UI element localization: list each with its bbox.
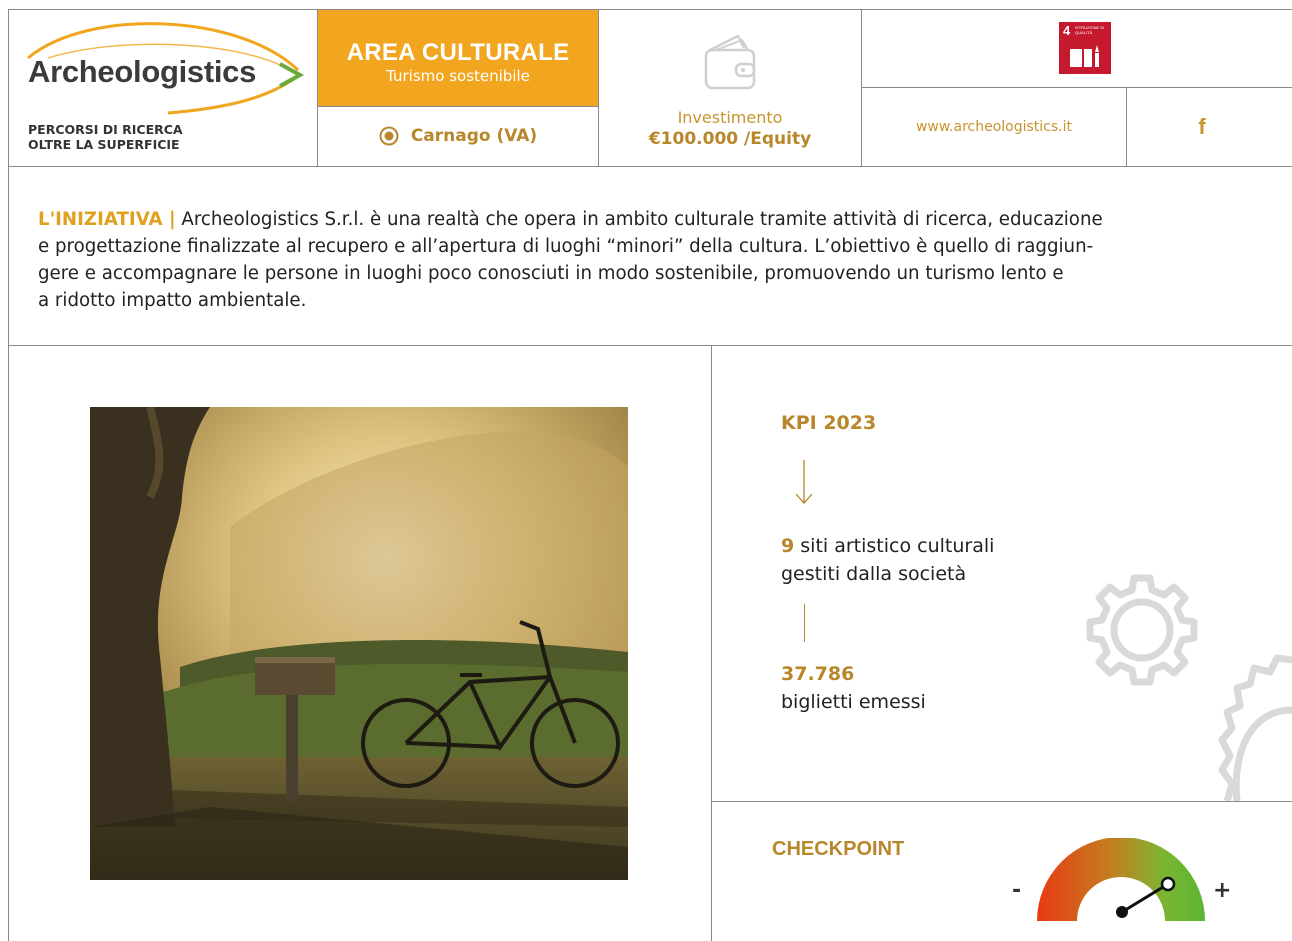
gauge-plus-label: +: [1213, 878, 1232, 903]
website-link[interactable]: www.archeologistics.it: [862, 88, 1126, 166]
sdg-badge[interactable]: 4 ISTRUZIONE DI QUALITÀ: [1059, 22, 1111, 74]
kpi-item-sites-line-1: 9 siti artistico culturali: [781, 532, 994, 560]
down-arrow-icon: [795, 460, 813, 504]
logo-name: Archeologistics: [28, 54, 257, 89]
location: Carnago (VA): [318, 106, 598, 166]
logo[interactable]: Archeologistics PERCORSI DI RICERCA OLTR…: [18, 18, 308, 158]
intro-line-4: a ridotto impatto ambientale.: [38, 290, 307, 311]
facebook-icon[interactable]: f: [1127, 88, 1277, 166]
intro-line-1: L'INIZIATIVA | Archeologistics S.r.l. è …: [38, 206, 1258, 233]
kpi-bottom-line: [711, 801, 1292, 802]
investment-value: €100.000 /Equity: [648, 129, 812, 149]
logo-tagline: PERCORSI DI RICERCA OLTRE LA SUPERFICIE: [28, 122, 183, 152]
kpi-sites-text-a: siti artistico culturali: [794, 535, 995, 557]
area-title: AREA CULTURALE: [346, 39, 570, 66]
intro-line-2: e progettazione finalizzate al recupero …: [38, 236, 1094, 257]
checkpoint-title: CHECKPOINT: [772, 838, 905, 860]
intro-line-3: gere e accompagnare le persone in luoghi…: [38, 263, 1064, 284]
location-label: Carnago (VA): [410, 126, 538, 146]
intro-lead: L'INIZIATIVA |: [38, 209, 176, 230]
kpi-item-sites: 9 siti artistico culturali gestiti dalla…: [781, 532, 994, 588]
gauge-icon: [1000, 838, 1240, 941]
body-col-divider: [711, 345, 712, 941]
kpi-item-tickets: 37.786 biglietti emessi: [781, 660, 926, 716]
photo-scene: [90, 407, 628, 880]
logo-tagline-2: OLTRE LA SUPERFICIE: [28, 137, 180, 152]
book-icon: [1070, 45, 1099, 67]
investment: Investimento €100.000 /Equity: [599, 10, 861, 166]
kpi-connector-line: [804, 604, 805, 642]
bicycle-photo: [90, 407, 628, 880]
frame-left-line: [8, 9, 9, 941]
intro-line-1-text: Archeologistics S.r.l. è una realtà che …: [175, 209, 1103, 230]
area-banner: AREA CULTURALE Turismo sostenibile: [318, 10, 598, 106]
kpi-sites-number: 9: [781, 535, 795, 557]
intro-bottom-line: [8, 345, 1292, 346]
intro-paragraph: L'INIZIATIVA | Archeologistics S.r.l. è …: [38, 206, 1258, 314]
sdg-number: 4: [1063, 23, 1071, 38]
gauge-minus-label: -: [1012, 878, 1022, 903]
header-bottom-line: [8, 166, 1292, 167]
investment-label: Investimento: [677, 108, 783, 127]
wallet-icon: [704, 34, 756, 90]
area-subtitle: Turismo sostenibile: [386, 67, 530, 85]
gear-icon: [1086, 574, 1292, 801]
kpi-tickets-number: 37.786: [781, 663, 855, 685]
logo-tagline-1: PERCORSI DI RICERCA: [28, 122, 183, 137]
kpi-sites-text-b: gestiti dalla società: [781, 563, 967, 585]
kpi-title: KPI 2023: [781, 412, 877, 434]
location-pin-icon: [379, 126, 399, 146]
sdg-text: ISTRUZIONE DI QUALITÀ: [1075, 25, 1105, 35]
kpi-tickets-text: biglietti emessi: [781, 691, 926, 713]
